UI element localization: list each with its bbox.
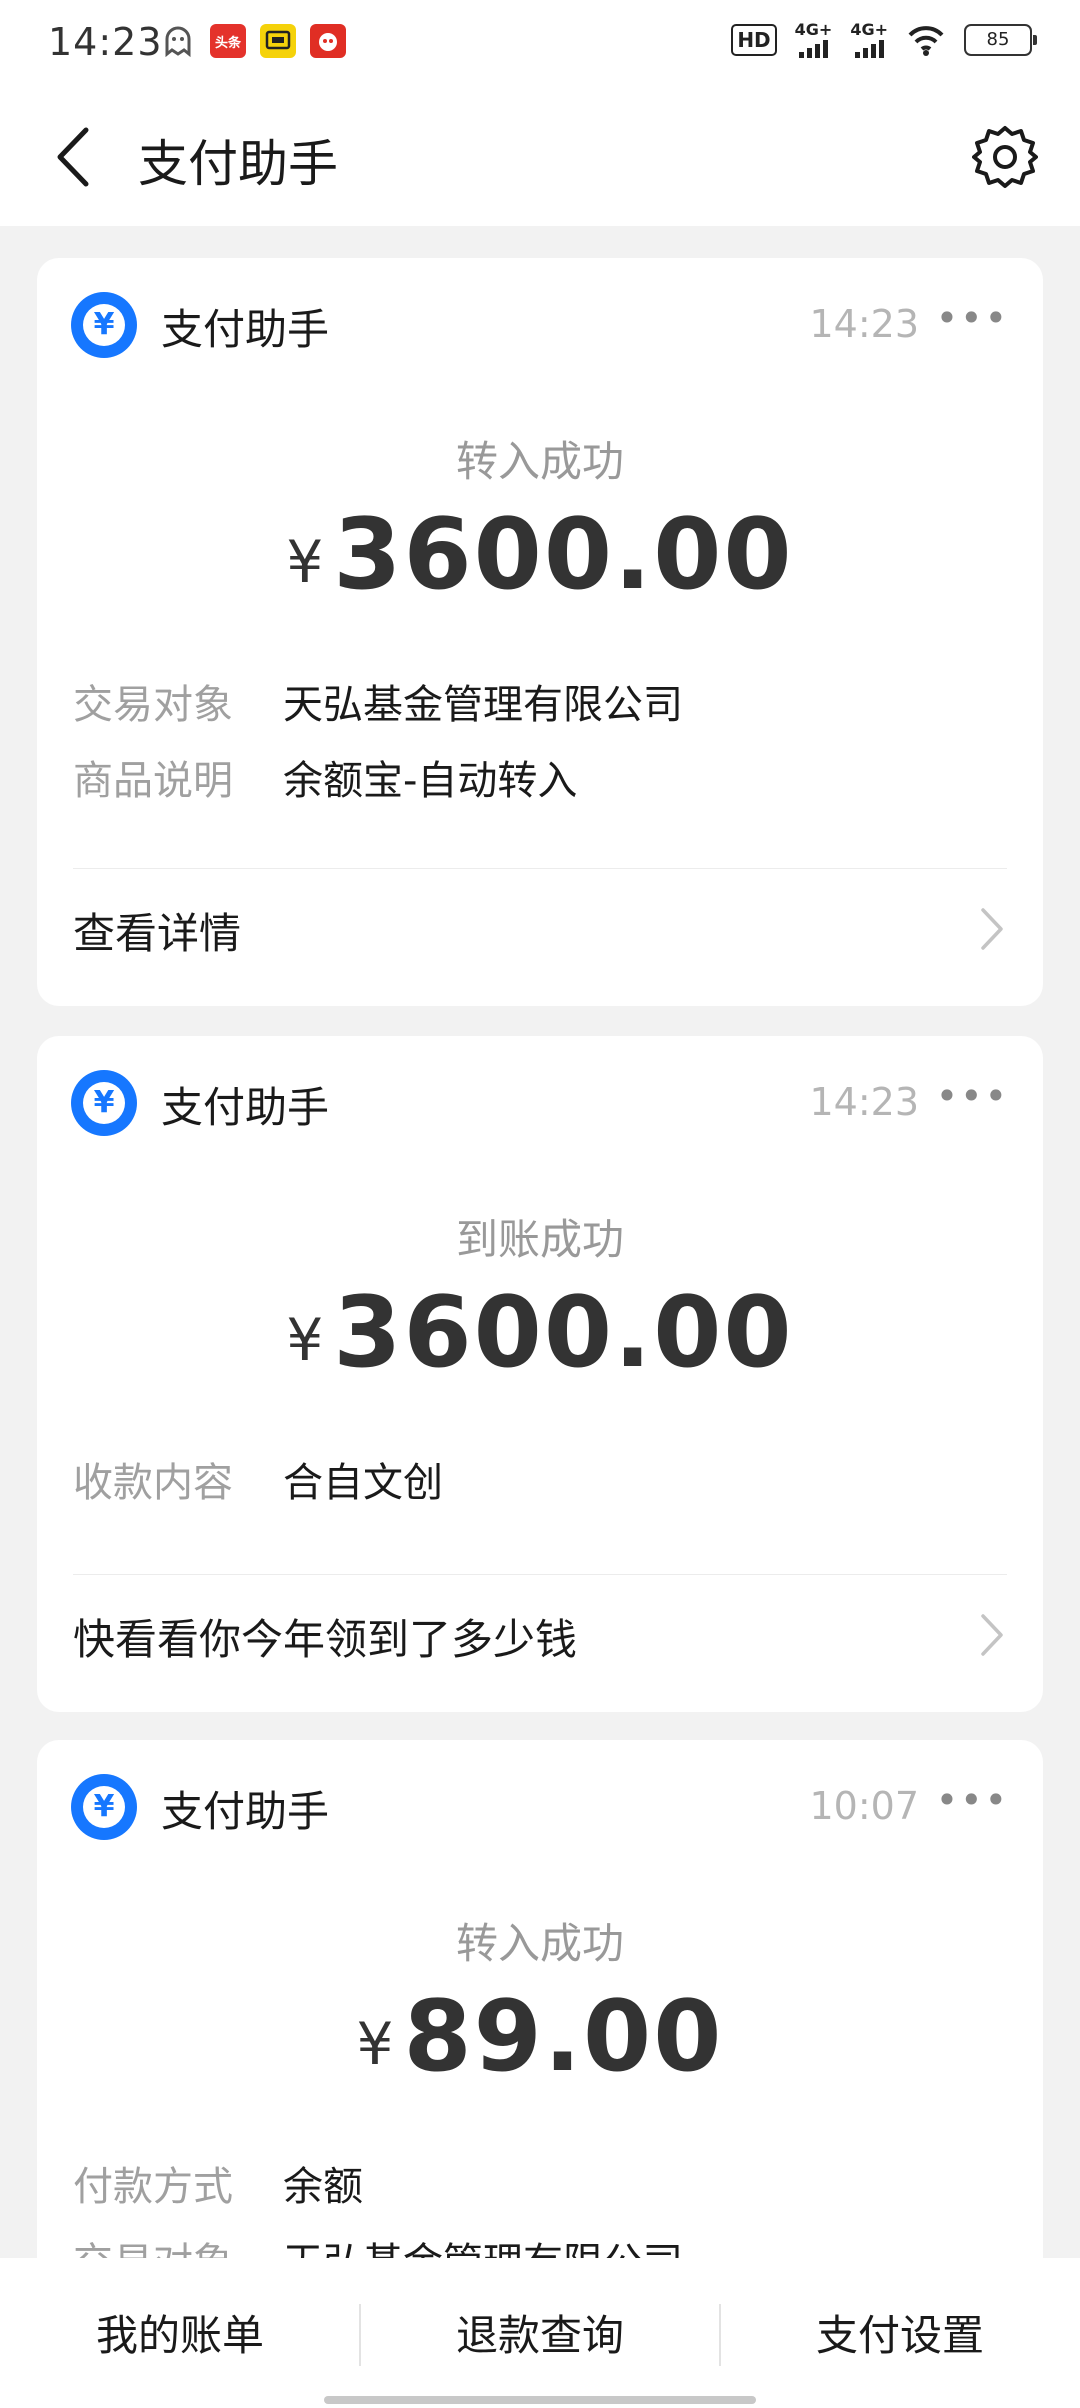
chevron-right-icon: [981, 908, 1003, 950]
info-row: 收款内容 合自文创: [73, 1450, 1007, 1510]
pinduoduo-app-icon: [310, 24, 346, 58]
amount-value: 89.00: [403, 1980, 724, 2094]
link-label: 快看看你今年领到了多少钱: [73, 1615, 578, 1664]
tab-label: 退款查询: [455, 2311, 624, 2360]
bottom-menu-bar: 我的账单 退款查询 支付设置: [0, 2258, 1080, 2408]
card-time: 14:23: [809, 302, 919, 346]
card-status: 到账成功: [455, 1215, 624, 1264]
signal-sim1-icon: 4G+: [794, 20, 833, 58]
network-type-sim2: 4G+: [850, 20, 888, 39]
alipay-yuan-icon: ¥: [71, 1774, 137, 1840]
signal-sim2-icon: 4G+: [850, 22, 888, 58]
view-details-link[interactable]: 查看详情: [73, 870, 1007, 990]
more-options-icon[interactable]: •••: [936, 1778, 1009, 1822]
tv-app-icon: [260, 24, 296, 58]
divider: [73, 868, 1007, 869]
card-sender: 支付助手: [161, 305, 330, 354]
card-header: ¥ 支付助手 14:23 •••: [71, 292, 1009, 358]
currency-symbol: ¥: [286, 1306, 324, 1374]
info-value: 余额宝-自动转入: [283, 758, 578, 804]
tab-label: 我的账单: [95, 2311, 264, 2360]
card-amount: ¥3600.00: [37, 498, 1043, 612]
chevron-right-icon: [981, 1614, 1003, 1656]
ghost-icon: [160, 24, 196, 58]
wifi-icon: [908, 26, 944, 56]
battery-icon: 85: [964, 24, 1037, 56]
status-time: 14:23: [48, 20, 163, 64]
toutiao-app-icon: 头条: [210, 24, 246, 58]
info-key: 收款内容: [73, 1460, 233, 1506]
info-value: 余额: [283, 2164, 363, 2210]
card-status: 转入成功: [455, 1919, 624, 1968]
hd-voice-icon: HD: [731, 24, 777, 56]
top-nav-bar: 支付助手: [0, 84, 1080, 226]
toutiao-app-label: 头条: [214, 35, 241, 51]
payment-card: ¥ 支付助手 10:07 ••• 转入成功 ¥89.00 付款方式 余额 交易对…: [37, 1740, 1043, 2258]
notification-icons: 头条: [160, 24, 346, 58]
payment-card: ¥ 支付助手 14:23 ••• 到账成功 ¥3600.00 收款内容 合自文创…: [37, 1036, 1043, 1712]
amount-value: 3600.00: [333, 498, 794, 612]
more-options-icon[interactable]: •••: [936, 1074, 1009, 1118]
link-label: 查看详情: [73, 909, 242, 958]
alipay-yuan-icon: ¥: [71, 1070, 137, 1136]
card-amount: ¥89.00: [37, 1980, 1043, 2094]
tab-my-bills[interactable]: 我的账单: [0, 2258, 360, 2408]
page-title: 支付助手: [138, 135, 338, 193]
card-status: 转入成功: [455, 437, 624, 486]
system-status-icons: HD 4G+ 4G+ 85: [731, 20, 1037, 58]
tab-refund-query[interactable]: 退款查询: [360, 2258, 720, 2408]
currency-symbol: ¥: [286, 528, 324, 596]
info-row: 商品说明 余额宝-自动转入: [73, 748, 1007, 808]
card-time: 14:23: [809, 1080, 919, 1124]
info-value: 天弘基金管理有限公司: [283, 2230, 683, 2258]
info-value: 天弘基金管理有限公司: [283, 682, 683, 728]
message-feed[interactable]: ¥ 支付助手 14:23 ••• 转入成功 ¥3600.00 交易对象 天弘基金…: [0, 226, 1080, 2258]
info-key: 交易对象: [73, 682, 233, 728]
info-row: 交易对象 天弘基金管理有限公司: [73, 2230, 1007, 2258]
more-options-icon[interactable]: •••: [936, 296, 1009, 340]
status-bar: 14:23 头条 HD 4G+ 4G+ 85: [0, 0, 1080, 84]
settings-gear-icon[interactable]: [972, 124, 1038, 190]
tab-label: 支付设置: [815, 2311, 984, 2360]
info-key: 商品说明: [73, 758, 233, 804]
amount-value: 3600.00: [333, 1276, 794, 1390]
info-value: 合自文创: [283, 1460, 443, 1506]
alipay-yuan-icon: ¥: [71, 292, 137, 358]
divider: [73, 1574, 1007, 1575]
card-sender: 支付助手: [161, 1083, 330, 1132]
annual-summary-link[interactable]: 快看看你今年领到了多少钱: [73, 1576, 1007, 1696]
info-key: 付款方式: [73, 2164, 233, 2210]
back-arrow-icon[interactable]: [46, 122, 106, 192]
info-key: 交易对象: [73, 2230, 233, 2258]
home-indicator[interactable]: [324, 2396, 756, 2404]
payment-card: ¥ 支付助手 14:23 ••• 转入成功 ¥3600.00 交易对象 天弘基金…: [37, 258, 1043, 1006]
info-row: 交易对象 天弘基金管理有限公司: [73, 672, 1007, 732]
card-amount: ¥3600.00: [37, 1276, 1043, 1390]
info-row: 付款方式 余额: [73, 2154, 1007, 2214]
tab-payment-settings[interactable]: 支付设置: [720, 2258, 1080, 2408]
card-sender: 支付助手: [161, 1787, 330, 1836]
card-header: ¥ 支付助手 14:23 •••: [71, 1070, 1009, 1136]
card-time: 10:07: [809, 1784, 919, 1828]
currency-symbol: ¥: [356, 2010, 394, 2078]
card-header: ¥ 支付助手 10:07 •••: [71, 1774, 1009, 1840]
network-type-sim1: 4G+: [794, 20, 833, 39]
